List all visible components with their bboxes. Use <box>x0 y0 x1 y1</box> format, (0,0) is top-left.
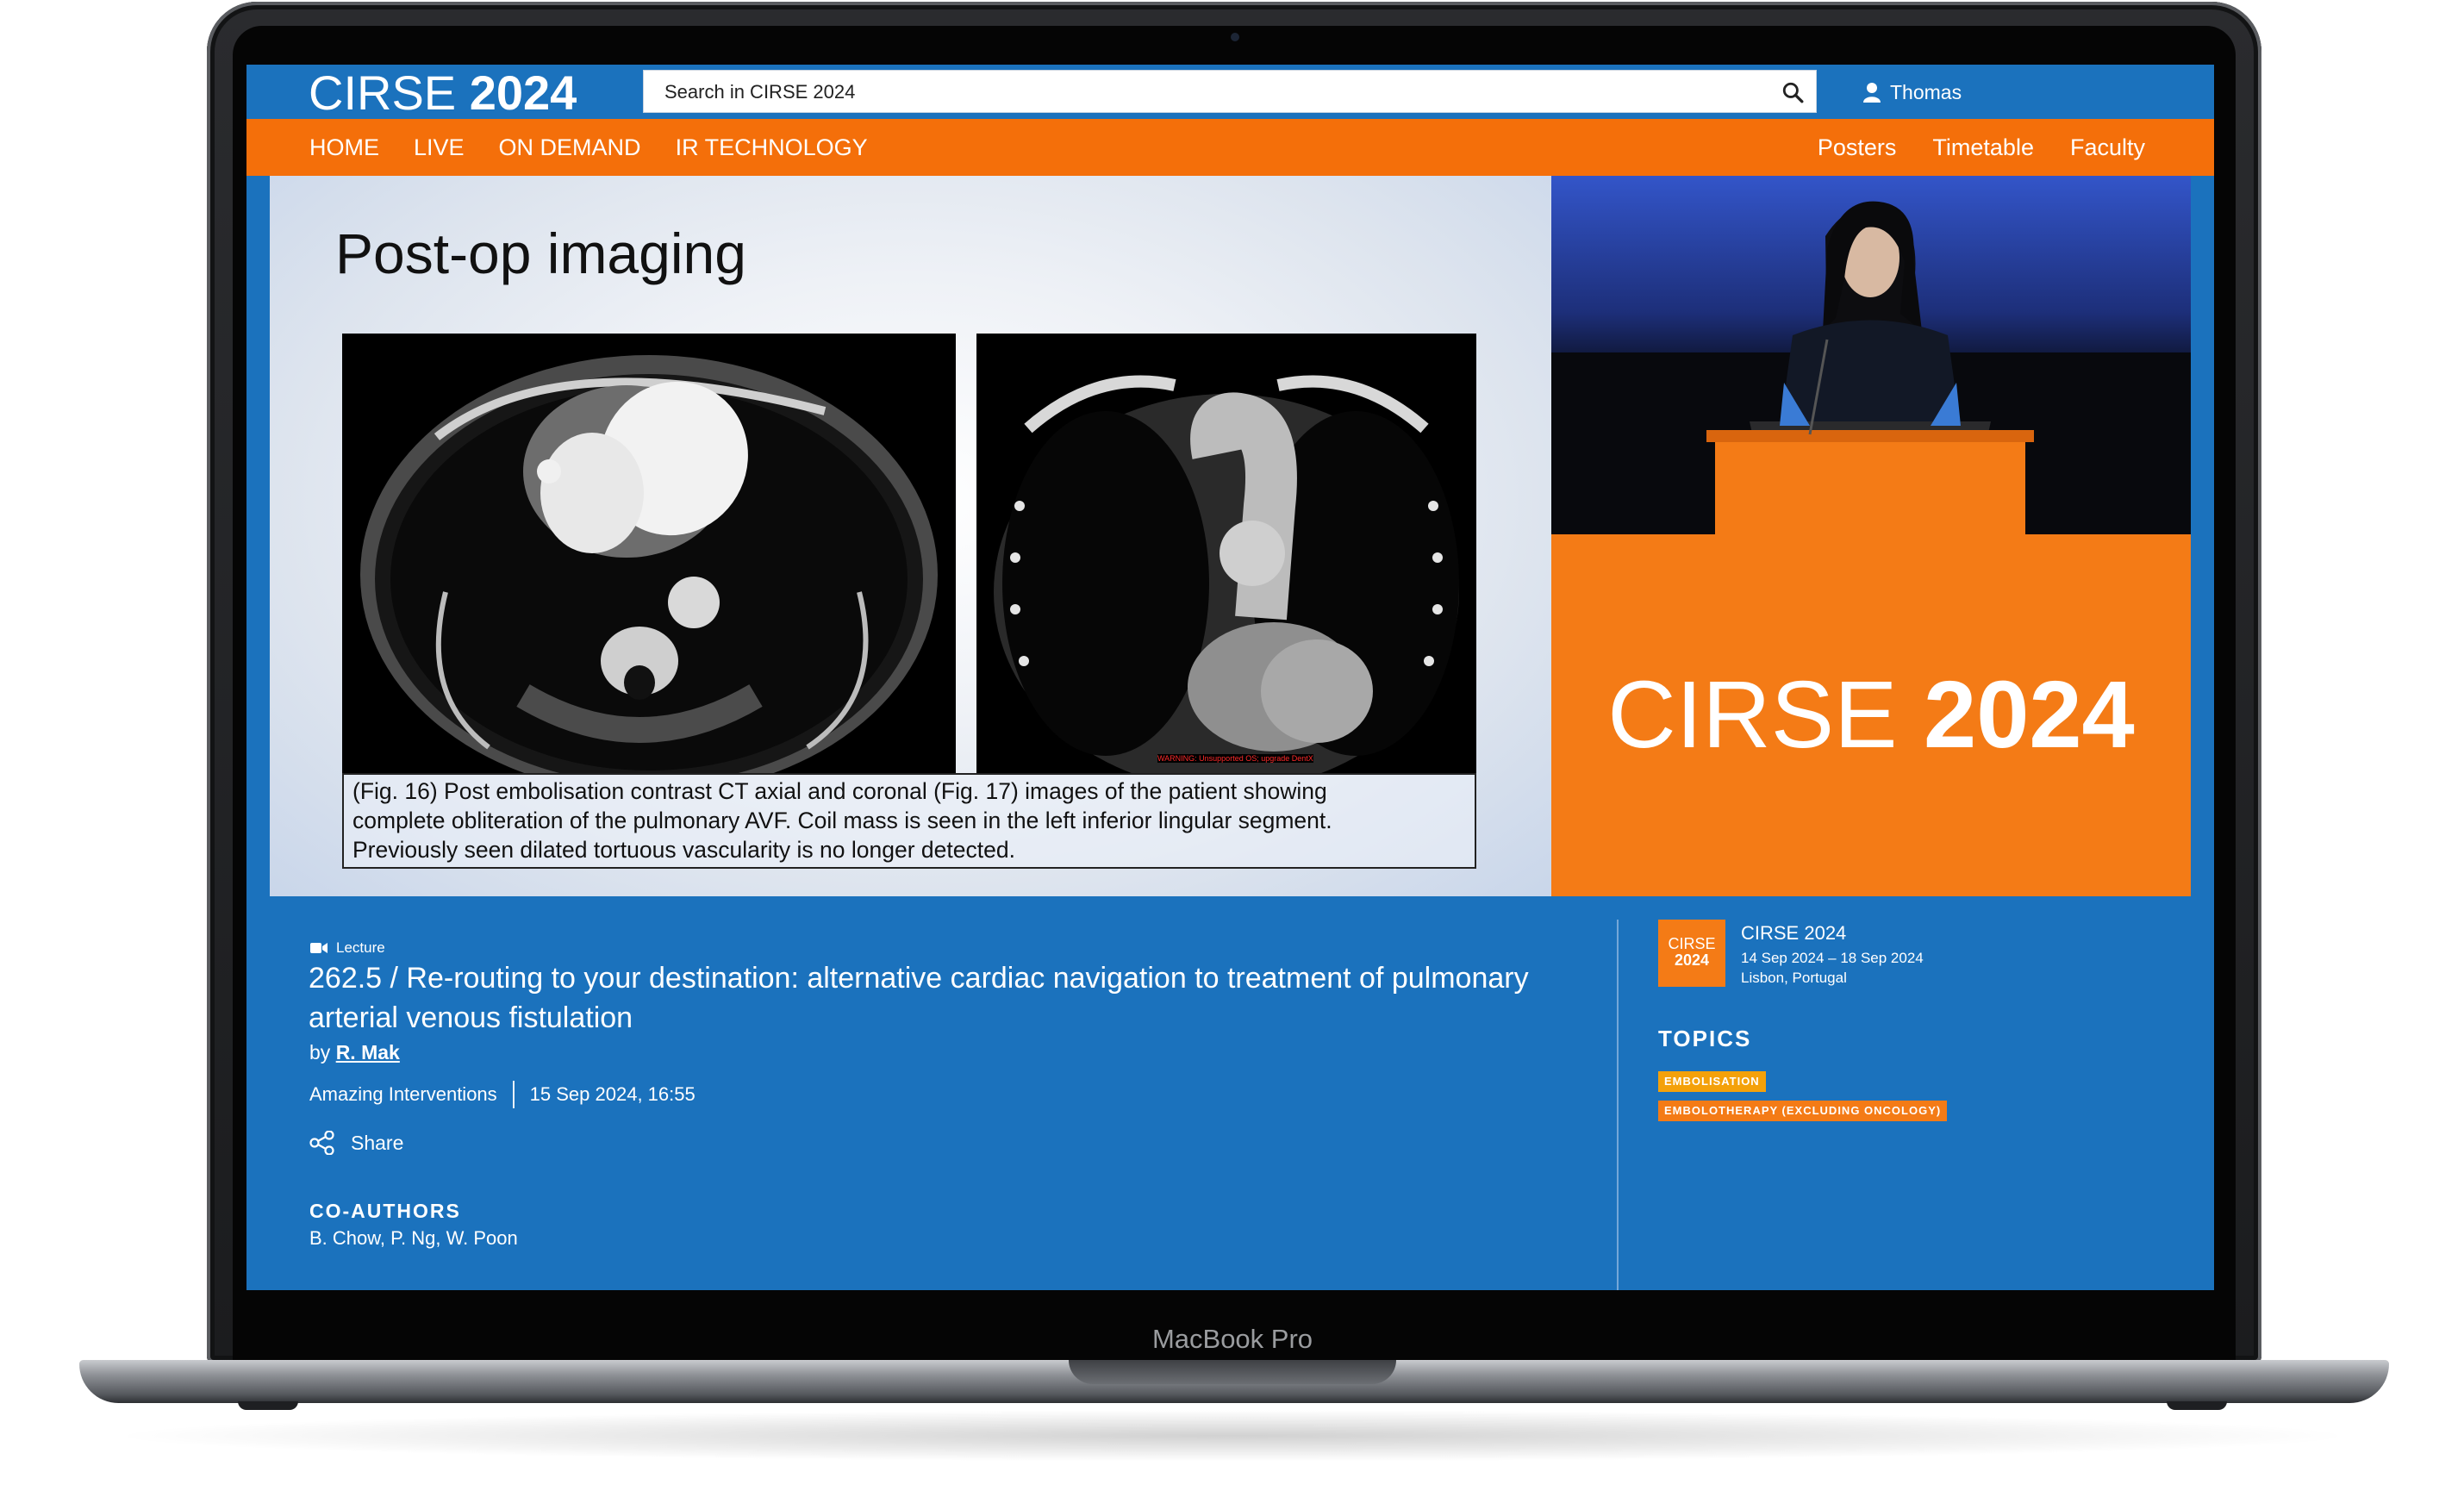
byline: by R. Mak <box>309 1041 400 1064</box>
logo-text-bold: 2024 <box>469 65 577 120</box>
search-icon[interactable] <box>1781 81 1804 103</box>
content-type-label: Lecture <box>336 939 385 956</box>
share-button[interactable]: Share <box>309 1131 403 1155</box>
caption-line: complete obliteration of the pulmonary A… <box>352 808 1332 833</box>
slide-title: Post-op imaging <box>335 221 746 285</box>
session-name[interactable]: Amazing Interventions <box>309 1083 497 1106</box>
logo-text-light: CIR <box>309 65 392 120</box>
top-bar: CIRSE 2024 Thomas <box>246 65 2214 119</box>
event-name[interactable]: CIRSE 2024 <box>1741 922 1846 945</box>
camera-icon <box>1231 33 1239 41</box>
presentation-slide[interactable]: Post-op imaging WARNING: Unsupported OS;… <box>270 176 1551 896</box>
column-divider <box>1617 920 1619 1290</box>
nav-faculty[interactable]: Faculty <box>2070 134 2145 161</box>
nav-left-group: HOME LIVE ON DEMAND IR TECHNOLOGY <box>309 119 868 176</box>
user-icon <box>1863 83 1881 103</box>
byline-prefix: by <box>309 1041 331 1063</box>
coauthors-list: B. Chow, P. Ng, W. Poon <box>309 1227 518 1249</box>
browser-screen: CIRSE 2024 Thomas HOME LIVE ON DEMAND IR… <box>246 65 2214 1290</box>
nav-home[interactable]: HOME <box>309 134 379 161</box>
laptop-foot <box>2167 1401 2227 1410</box>
nav-timetable[interactable]: Timetable <box>1932 134 2034 161</box>
main-nav: HOME LIVE ON DEMAND IR TECHNOLOGY Poster… <box>246 119 2214 176</box>
event-location: Lisbon, Portugal <box>1741 970 1847 986</box>
caption-line: Previously seen dilated tortuous vascula… <box>352 837 1015 863</box>
device-label: MacBook Pro <box>1151 1324 1313 1354</box>
user-menu[interactable]: Thomas <box>1862 77 1962 108</box>
nav-posters[interactable]: Posters <box>1818 134 1897 161</box>
event-dates: 14 Sep 2024 – 18 Sep 2024 <box>1741 950 1924 966</box>
stage-logo-bold: 2024 <box>1924 662 2135 768</box>
nav-right-group: Posters Timetable Faculty <box>1818 119 2145 176</box>
stage-logo-light: CIRSE <box>1607 662 1898 768</box>
nav-live[interactable]: LIVE <box>414 134 465 161</box>
search-input[interactable] <box>663 71 1752 114</box>
site-logo[interactable]: CIRSE 2024 <box>309 68 577 118</box>
laptop-notch <box>1069 1360 1396 1384</box>
viewer-warning: WARNING: Unsupported OS; upgrade DentX <box>1157 754 1313 763</box>
content-type: Lecture <box>310 939 385 957</box>
meta-divider <box>512 1081 515 1108</box>
user-name: Thomas <box>1890 80 1962 103</box>
share-icon <box>309 1131 334 1155</box>
event-badge-top: CIRSE <box>1668 935 1716 952</box>
speaker-video[interactable] <box>1551 176 2191 534</box>
ct-coronal-image: WARNING: Unsupported OS; upgrade DentX <box>976 334 1476 773</box>
nav-ir-technology[interactable]: IR TECHNOLOGY <box>676 134 868 161</box>
stage-logo: CIRSE 2024 <box>1551 668 2191 763</box>
speaker-image <box>1551 201 2191 534</box>
stage-branding: CIRSE 2024 <box>1551 534 2191 896</box>
coauthors-heading: CO-AUTHORS <box>309 1200 461 1222</box>
topic-tag-embolotherapy[interactable]: EMBOLOTHERAPY (EXCLUDING ONCOLOGY) <box>1658 1101 1948 1121</box>
laptop-shadow <box>103 1410 2361 1462</box>
logo-text-light: SE <box>391 65 457 120</box>
session-info: Lecture 262.5 / Re-routing to your desti… <box>246 896 2214 1290</box>
event-badge-bottom: 2024 <box>1674 951 1710 969</box>
topics-heading: TOPICS <box>1658 1026 1752 1051</box>
video-camera-icon <box>310 943 327 953</box>
laptop-foot <box>238 1401 298 1410</box>
ct-axial-image <box>342 334 956 773</box>
talk-title: 262.5 / Re-routing to your destination: … <box>309 962 1529 1034</box>
topic-tag-embolisation[interactable]: EMBOLISATION <box>1658 1071 1766 1092</box>
nav-on-demand[interactable]: ON DEMAND <box>499 134 641 161</box>
caption-line: (Fig. 16) Post embolisation contrast CT … <box>352 778 1327 804</box>
event-badge[interactable]: CIRSE 2024 <box>1658 920 1725 987</box>
talk-meta: Amazing Interventions 15 Sep 2024, 16:55 <box>309 1081 696 1108</box>
slide-caption: (Fig. 16) Post embolisation contrast CT … <box>342 773 1476 869</box>
author-link[interactable]: R. Mak <box>336 1041 400 1063</box>
search-bar <box>643 70 1817 114</box>
talk-datetime: 15 Sep 2024, 16:55 <box>529 1083 696 1105</box>
share-label: Share <box>351 1131 404 1154</box>
